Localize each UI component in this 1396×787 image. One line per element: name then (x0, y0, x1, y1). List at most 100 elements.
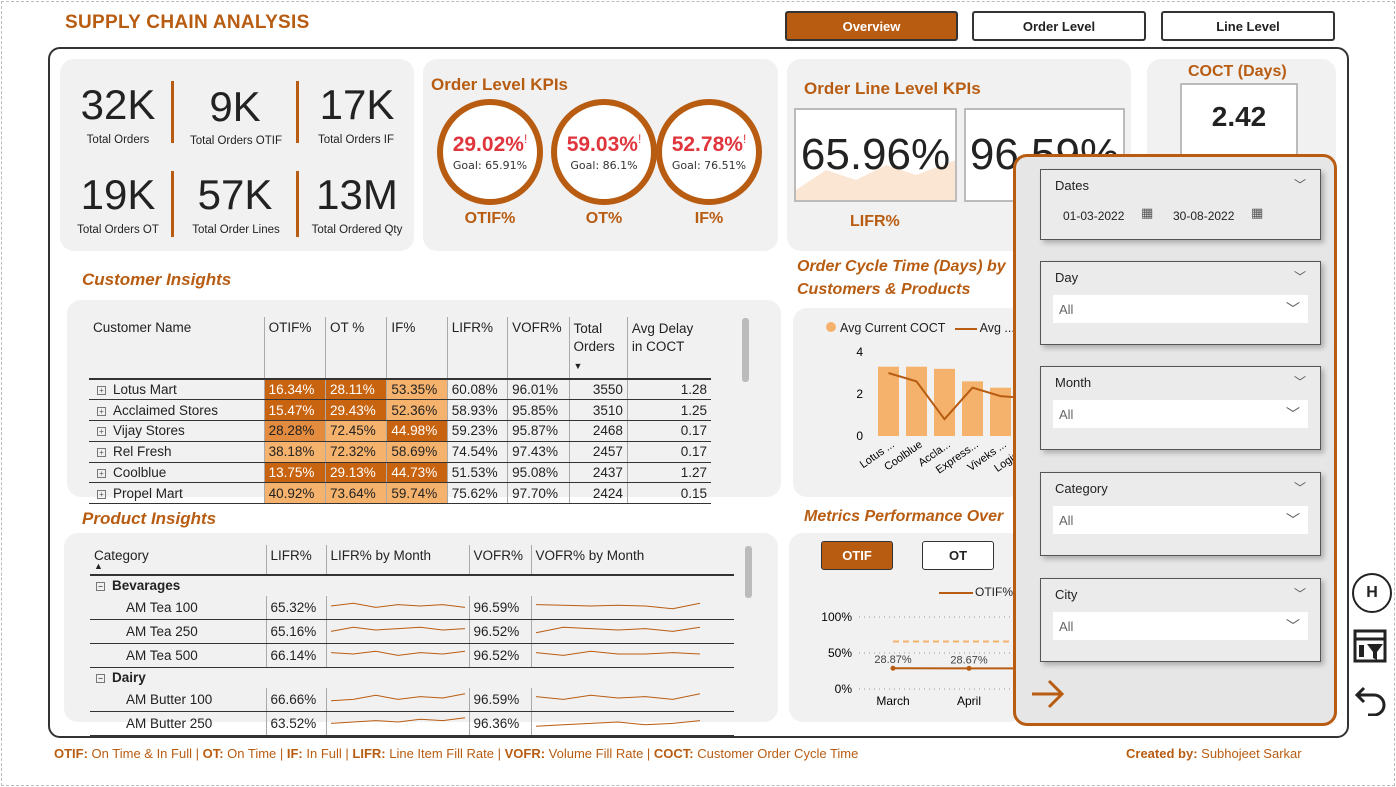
col-ot[interactable]: OT % (325, 317, 388, 380)
col-vofr[interactable]: VOFR% (507, 317, 570, 380)
ot-gauge: 59.03%! Goal: 86.1% (551, 99, 657, 205)
if-cell: 44.98% (386, 420, 448, 442)
expand-icon[interactable]: + (97, 386, 106, 396)
customer-name-cell[interactable]: + Lotus Mart (89, 379, 265, 401)
alert-icon: ! (637, 132, 642, 146)
customer-name-cell[interactable]: + Coolblue (89, 462, 265, 484)
customer-name-cell[interactable]: + Rel Fresh (89, 441, 265, 463)
col-category[interactable]: Category ▲ (90, 545, 267, 576)
chevron-down-icon[interactable]: ﹀ (1294, 479, 1306, 496)
coct-bar[interactable] (934, 368, 955, 436)
date-to-input[interactable]: 30-08-2022 (1173, 209, 1234, 223)
vofr-sparkline-cell (531, 711, 734, 737)
expand-icon[interactable]: + (97, 406, 106, 416)
coct-bar[interactable] (878, 366, 899, 436)
col-lifr[interactable]: LIFR% (266, 545, 327, 576)
otif-point[interactable] (966, 665, 972, 671)
dates-slicer-label: Dates (1055, 178, 1089, 193)
kpi-total-orders-ot-label: Total Orders OT (77, 224, 159, 236)
date-from-input[interactable]: 01-03-2022 (1063, 209, 1124, 223)
nav-overview-button[interactable]: Overview (785, 11, 958, 41)
chevron-down-icon[interactable]: ﹀ (1294, 268, 1306, 285)
undo-back-icon[interactable] (1354, 682, 1388, 716)
alert-icon: ! (523, 132, 528, 146)
col-vofr[interactable]: VOFR% (469, 545, 532, 576)
order-level-kpi-card: Order Level KPIs 29.02%! Goal: 65.91% OT… (423, 59, 778, 251)
table-row[interactable]: + Vijay Stores 28.28% 72.45% 44.98% 59.23% 95.… (89, 420, 711, 442)
day-dropdown[interactable]: All ﹀ (1053, 295, 1308, 323)
col-vofr-by-month[interactable]: VOFR% by Month (531, 545, 734, 576)
lifr-cell: 74.54% (447, 441, 509, 463)
vofr-cell: 96.59% (469, 595, 532, 620)
arrow-right-icon[interactable] (1029, 677, 1067, 711)
customer-name-cell[interactable]: + Acclaimed Stores (89, 399, 265, 422)
table-row[interactable]: + Propel Mart 40.92% 73.64% 59.74% 75.62% 97.7… (89, 482, 711, 505)
city-dropdown[interactable]: All ﹀ (1053, 612, 1308, 640)
product-table-scrollbar[interactable] (745, 546, 752, 598)
metrics-title: Metrics Performance Over (804, 508, 1004, 525)
table-row[interactable]: AM Tea 100 65.32% 96.59% (90, 595, 734, 620)
coct-bar[interactable] (906, 366, 927, 436)
table-row[interactable]: AM Butter 100 66.66% 96.59% (90, 688, 734, 713)
table-row[interactable]: + Rel Fresh 38.18% 72.32% 58.69% 74.54% 97.43%… (89, 441, 711, 463)
table-row[interactable]: + Lotus Mart 16.34% 28.11% 53.35% 60.08% 96.01… (89, 379, 711, 401)
col-if[interactable]: IF% (386, 317, 448, 380)
category-group-name: Bevarages (112, 578, 181, 594)
vofr-cell: 97.70% (507, 482, 570, 505)
calendar-icon[interactable]: ▦ (1141, 206, 1153, 221)
ot-cell: 73.64% (325, 482, 388, 505)
day-dropdown-value: All (1059, 302, 1074, 317)
chevron-down-icon[interactable]: ﹀ (1294, 176, 1306, 193)
chevron-down-icon[interactable]: ﹀ (1294, 373, 1306, 390)
sparkline (535, 602, 700, 610)
coct-bar[interactable] (990, 387, 1011, 436)
otif-gauge: 29.02%! Goal: 65.91% (437, 99, 543, 205)
category-dropdown[interactable]: All ﹀ (1053, 506, 1308, 534)
sparkline (535, 626, 700, 634)
customer-name: Lotus Mart (113, 382, 177, 398)
table-row[interactable]: + Coolblue 13.75% 29.13% 44.73% 51.53% 95.08% 2… (89, 462, 711, 484)
category-group-row[interactable]: − Bevarages (90, 575, 734, 596)
help-button[interactable]: H (1352, 573, 1392, 613)
col-total-orders[interactable]: Total Orders ▼ (569, 317, 628, 380)
table-row[interactable]: AM Tea 500 66.14% 96.52% (90, 643, 734, 668)
product-insights-title: Product Insights (82, 509, 217, 528)
chevron-down-icon[interactable]: ﹀ (1294, 585, 1306, 602)
vofr-cell: 96.36% (469, 711, 532, 737)
sort-desc-icon: ▼ (573, 361, 583, 371)
table-row[interactable]: AM Tea 250 65.16% 96.52% (90, 619, 734, 644)
nav-order-level-button[interactable]: Order Level (972, 11, 1146, 41)
col-lifr-by-month[interactable]: LIFR% by Month (326, 545, 470, 576)
category-group-cell[interactable]: − Dairy (90, 667, 734, 688)
collapse-icon[interactable]: − (96, 674, 105, 684)
month-slicer-label: Month (1055, 375, 1092, 390)
customer-name-cell[interactable]: + Vijay Stores (89, 420, 265, 442)
kpi-total-orders-otif-value: 9K (209, 83, 261, 130)
col-otif[interactable]: OTIF% (264, 317, 327, 380)
kpi-total-orders-label: Total Orders (86, 134, 150, 146)
collapse-icon[interactable]: − (96, 582, 105, 592)
filter-panel-icon[interactable] (1353, 628, 1389, 664)
customer-table-scrollbar[interactable] (742, 318, 749, 382)
category-group-cell[interactable]: − Bevarages (90, 575, 734, 596)
vofr-cell: 96.52% (469, 643, 532, 668)
kpi-divider (171, 171, 174, 237)
expand-icon[interactable]: + (97, 427, 106, 437)
table-row[interactable]: + Acclaimed Stores 15.47% 29.43% 52.36% 58.93… (89, 399, 711, 422)
otif-point[interactable] (890, 665, 896, 671)
col-customer-name[interactable]: Customer Name (89, 317, 265, 380)
lifr-label: LIFR% (850, 213, 900, 230)
category-group-row[interactable]: − Dairy (90, 667, 734, 688)
month-dropdown[interactable]: All ﹀ (1053, 400, 1308, 428)
customer-name-cell[interactable]: + Propel Mart (89, 482, 265, 505)
col-avg-delay[interactable]: Avg Delay in COCT (627, 317, 711, 380)
table-row[interactable]: AM Butter 250 63.52% 96.36% (90, 711, 734, 737)
col-lifr[interactable]: LIFR% (447, 317, 509, 380)
total-orders-cell: 3550 (569, 379, 628, 401)
nav-line-level-button[interactable]: Line Level (1161, 11, 1335, 41)
footer-coct-val: Customer Order Cycle Time (693, 746, 859, 761)
expand-icon[interactable]: + (97, 469, 106, 479)
expand-icon[interactable]: + (97, 489, 106, 499)
calendar-icon[interactable]: ▦ (1251, 206, 1263, 221)
expand-icon[interactable]: + (97, 448, 106, 458)
